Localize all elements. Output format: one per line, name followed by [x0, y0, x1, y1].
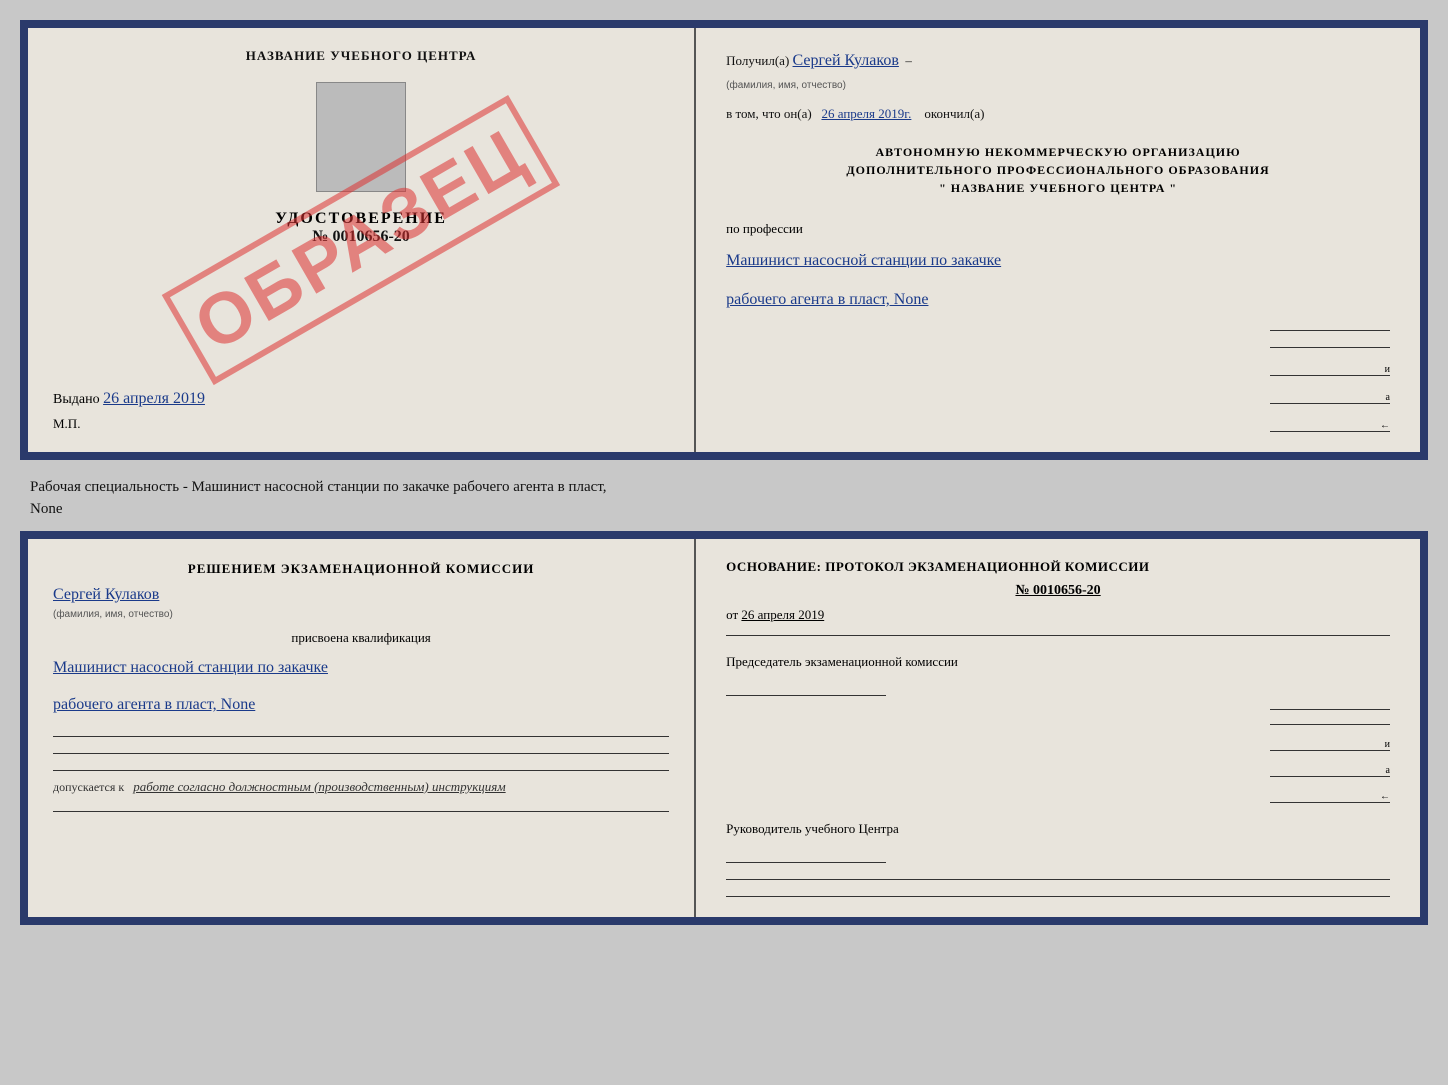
mp-label: М.П.	[53, 416, 80, 432]
udostoverenie-number: № 0010656-20	[275, 228, 447, 246]
school-name-top: НАЗВАНИЕ УЧЕБНОГО ЦЕНТРА	[246, 48, 477, 64]
predsedatel-sig-line	[726, 695, 886, 696]
ot-label: от	[726, 607, 738, 622]
document-top: НАЗВАНИЕ УЧЕБНОГО ЦЕНТРА УДОСТОВЕРЕНИЕ №…	[20, 20, 1428, 460]
predsedatel-title: Председатель экзаменационной комиссии	[726, 654, 1390, 670]
profession-line2-bottom: рабочего агента в пласт, None	[53, 691, 669, 720]
protocol-num: № 0010656-20	[726, 583, 1390, 599]
org-line1: АВТОНОМНУЮ НЕКОММЕРЧЕСКУЮ ОРГАНИЗАЦИЮ	[726, 143, 1390, 161]
osnov-text: Основание: протокол экзаменационной коми…	[726, 559, 1149, 574]
bottom-name-block: Сергей Кулаков (фамилия, имя, отчество)	[53, 586, 669, 622]
predsedatel-block: Председатель экзаменационной комиссии	[726, 654, 1390, 696]
po-professii: по профессии	[726, 221, 1390, 237]
familiya-hint-top: (фамилия, имя, отчество)	[726, 80, 846, 91]
dopuskaetsya-line: допускается к работе согласно должностны…	[53, 779, 669, 795]
dopuskaetsya-label: допускается к	[53, 780, 124, 794]
vydano-line: Выдано 26 апреля 2019	[53, 390, 205, 408]
udostoverenie-title: УДОСТОВЕРЕНИЕ	[275, 210, 447, 228]
doc-top-left: НАЗВАНИЕ УЧЕБНОГО ЦЕНТРА УДОСТОВЕРЕНИЕ №…	[28, 28, 696, 452]
poluchil-label: Получил(а)	[726, 53, 789, 68]
ot-date: 26 апреля 2019	[741, 607, 824, 622]
description-block: Рабочая специальность - Машинист насосно…	[20, 470, 1428, 521]
familiya-hint-bottom: (фамилия, имя, отчество)	[53, 609, 173, 620]
org-line2: ДОПОЛНИТЕЛЬНОГО ПРОФЕССИОНАЛЬНОГО ОБРАЗО…	[726, 161, 1390, 179]
doc-top-right: Получил(а) Сергей Кулаков – (фамилия, им…	[696, 28, 1420, 452]
doc-bottom-left: Решением экзаменационной комиссии Сергей…	[28, 539, 696, 917]
rukovoditel-block: Руководитель учебного Центра	[726, 821, 1390, 863]
dopuskaetsya-text: работе согласно должностным (производств…	[133, 779, 505, 794]
profession-line2-top: рабочего агента в пласт, None	[726, 286, 1390, 315]
profession-line1-top: Машинист насосной станции по закачке	[726, 247, 1390, 276]
description-text1: Рабочая специальность - Машинист насосно…	[30, 479, 607, 495]
vtom-label: в том, что он(а)	[726, 106, 812, 121]
org-block: АВТОНОМНУЮ НЕКОММЕРЧЕСКУЮ ОРГАНИЗАЦИЮ ДО…	[726, 143, 1390, 197]
ot-line: от 26 апреля 2019	[726, 607, 1390, 623]
description-text2: None	[30, 501, 63, 517]
rukovoditel-sig-line	[726, 862, 886, 863]
vtom-line: в том, что он(а) 26 апреля 2019г. окончи…	[726, 104, 1390, 125]
commission-title: Решением экзаменационной комиссии	[53, 559, 669, 579]
profession-line1-bottom: Машинист насосной станции по закачке	[53, 654, 669, 683]
vtom-date: 26 апреля 2019г.	[821, 106, 911, 121]
osnov-label: Основание: протокол экзаменационной коми…	[726, 559, 1390, 575]
rukovoditel-title: Руководитель учебного Центра	[726, 821, 1390, 837]
poluchil-line: Получил(а) Сергей Кулаков – (фамилия, им…	[726, 48, 1390, 94]
page-wrapper: НАЗВАНИЕ УЧЕБНОГО ЦЕНТРА УДОСТОВЕРЕНИЕ №…	[20, 20, 1428, 925]
doc-bottom-right: Основание: протокол экзаменационной коми…	[696, 539, 1420, 917]
photo-placeholder	[316, 82, 406, 192]
vydano-date: 26 апреля 2019	[103, 390, 205, 407]
document-bottom: Решением экзаменационной комиссии Сергей…	[20, 531, 1428, 925]
poluchil-name: Сергей Кулаков	[793, 52, 899, 69]
bottom-name: Сергей Кулаков	[53, 586, 159, 603]
vydano-label: Выдано	[53, 392, 100, 407]
prisvoena-label: присвоена квалификация	[53, 630, 669, 646]
org-line3: " НАЗВАНИЕ УЧЕБНОГО ЦЕНТРА "	[726, 179, 1390, 197]
okonchil-label: окончил(а)	[924, 106, 984, 121]
udostoverenie-block: УДОСТОВЕРЕНИЕ № 0010656-20	[275, 210, 447, 246]
